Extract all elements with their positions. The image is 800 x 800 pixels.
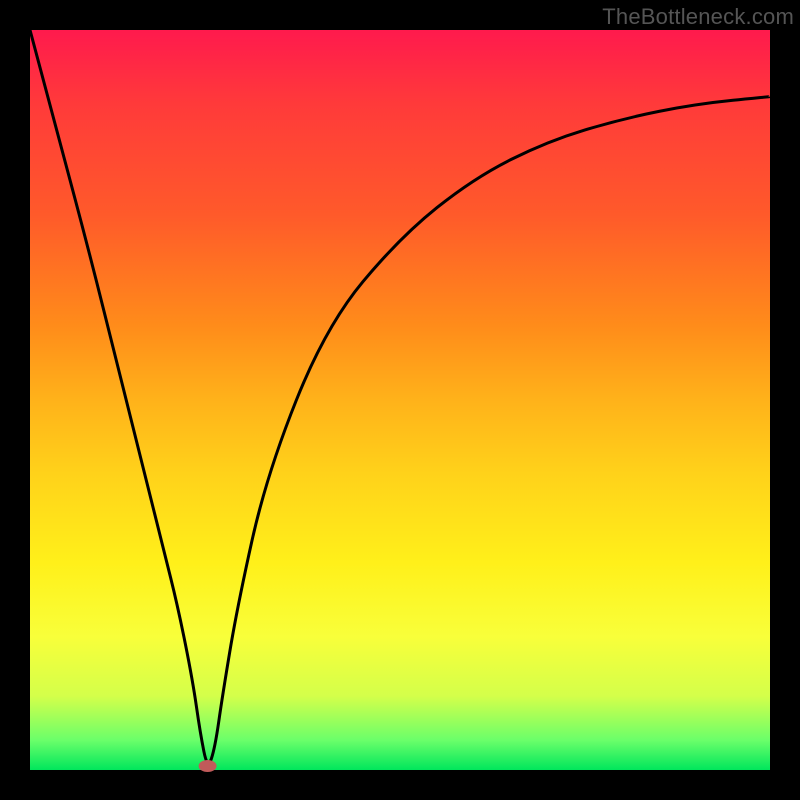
min-marker — [199, 760, 217, 772]
watermark-text: TheBottleneck.com — [602, 4, 794, 30]
plot-area — [30, 30, 770, 770]
bottleneck-curve-svg — [30, 30, 770, 770]
chart-container: TheBottleneck.com — [0, 0, 800, 800]
bottleneck-curve-path — [30, 30, 770, 763]
